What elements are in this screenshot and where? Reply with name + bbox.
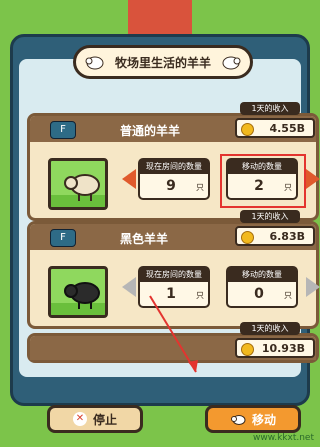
sheep-name: 黑色羊羊 <box>120 232 169 246</box>
sheep-icon <box>222 56 241 70</box>
room-count-box: 现在房间的数量 1 只 <box>138 266 210 308</box>
sheep-card-normal: F 普通的羊羊 1天的收入 4.55B 现在房间的数量 9 只 移动的数量 2 … <box>27 102 320 221</box>
stop-label: 停止 <box>92 412 117 427</box>
move-count-value: 0 <box>254 286 264 302</box>
income-box: 10.93B <box>235 338 315 358</box>
decrease-arrow[interactable] <box>122 169 136 189</box>
move-label: 移动 <box>251 412 276 427</box>
room-count-label: 现在房间的数量 <box>140 160 208 174</box>
sheep-portrait-black <box>48 266 108 318</box>
card-header: F 黑色羊羊 1天的收入 6.83B <box>30 210 316 250</box>
sheep-white-icon <box>51 174 105 207</box>
income-box: 6.83B <box>235 226 315 246</box>
sheep-icon <box>85 56 104 70</box>
modal-title-bar: 牧场里生活的羊羊 <box>73 45 253 79</box>
move-count-box[interactable]: 移动的数量 0 只 <box>226 266 298 308</box>
room-count-value: 1 <box>166 286 176 302</box>
increase-arrow[interactable] <box>306 169 320 189</box>
move-count-label: 移动的数量 <box>228 268 296 282</box>
move-button[interactable]: 移动 <box>205 405 301 433</box>
sheep-name: 普通的羊羊 <box>120 124 181 138</box>
sheep-card-black: F 黑色羊羊 1天的收入 6.83B 现在房间的数量 1 只 移动的数量 0 只 <box>27 210 320 329</box>
increase-arrow[interactable] <box>306 277 320 297</box>
sheep-card-partial: 1天的收入 10.93B <box>27 322 319 363</box>
card-header: F 普通的羊羊 1天的收入 4.55B <box>30 102 316 142</box>
unit-label: 只 <box>196 291 204 300</box>
decrease-arrow[interactable] <box>122 277 136 297</box>
filter-badge[interactable]: F <box>50 121 76 139</box>
card-header: 1天的收入 10.93B <box>30 322 316 360</box>
coin-icon <box>241 231 254 244</box>
income-box: 4.55B <box>235 118 315 138</box>
selection-highlight <box>220 154 306 208</box>
sheep-black-icon <box>51 282 105 315</box>
unit-label: 只 <box>196 183 204 192</box>
stop-button[interactable]: ✕ 停止 <box>47 405 143 433</box>
income-value: 6.83B <box>269 229 305 243</box>
footer-watermark: www.kkxt.net <box>252 433 314 443</box>
coin-icon <box>241 343 254 356</box>
room-count-value: 9 <box>166 178 176 194</box>
sheep-list-modal: 牧场里生活的羊羊 F 普通的羊羊 1天的收入 4.55B 现在房间的数量 9 只… <box>10 34 320 433</box>
room-count-label: 现在房间的数量 <box>140 268 208 282</box>
unit-label: 只 <box>284 291 292 300</box>
sheep-portrait-white <box>48 158 108 210</box>
income-value: 10.93B <box>261 341 305 355</box>
income-label: 1天的收入 <box>240 210 300 223</box>
modal-title: 牧场里生活的羊羊 <box>114 55 211 70</box>
filter-badge[interactable]: F <box>50 229 76 247</box>
coin-icon <box>241 123 254 136</box>
sheep-icon <box>230 415 246 425</box>
room-count-box: 现在房间的数量 9 只 <box>138 158 210 200</box>
income-value: 4.55B <box>269 121 305 135</box>
income-label: 1天的收入 <box>240 102 300 115</box>
income-label: 1天的收入 <box>240 322 300 335</box>
close-icon: ✕ <box>72 412 87 426</box>
